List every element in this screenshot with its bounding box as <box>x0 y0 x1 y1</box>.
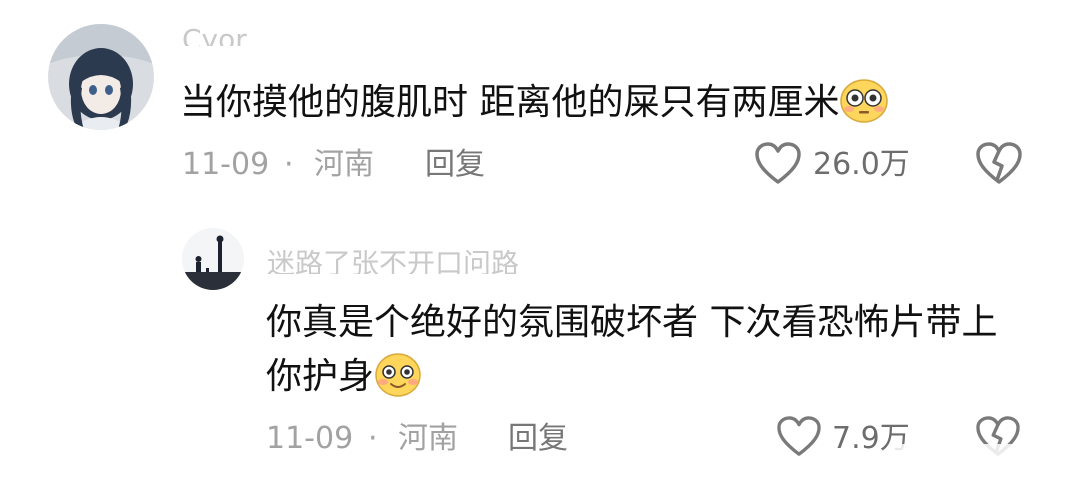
like-count: 26.0万 <box>813 147 910 182</box>
flushed-face-emoji-icon <box>839 78 889 124</box>
comment-text: 当你摸他的腹肌时 距离他的屎只有两厘米 <box>180 82 840 123</box>
silhouette-avatar-image <box>182 228 244 290</box>
meta-separator: · <box>368 421 378 456</box>
meta-separator: · <box>284 147 294 182</box>
comment-body: 你真是个绝好的氛围破坏者 下次看恐怖片带上 你护身 <box>266 296 997 404</box>
heart-icon[interactable] <box>754 142 802 186</box>
username[interactable]: Cyor <box>182 26 247 46</box>
comment-date: 11-09 <box>266 421 354 456</box>
comment-thread: Cyor 当你摸他的腹肌时 距离他的屎只有两厘米 11-09 · 河南 回复 2… <box>0 0 1080 480</box>
blushing-smile-emoji-icon <box>374 352 422 398</box>
username[interactable]: 迷路了张不开口问路 <box>267 250 519 274</box>
reply-button[interactable]: 回复 <box>425 150 485 180</box>
comment-location: 河南 <box>314 147 374 182</box>
comment-body: 当你摸他的腹肌时 距离他的屎只有两厘米 <box>180 76 889 130</box>
broken-heart-icon[interactable] <box>975 142 1023 186</box>
comment-location: 河南 <box>398 421 458 456</box>
reply-button[interactable]: 回复 <box>508 424 568 454</box>
comment-text-line: 你护身 <box>266 350 997 404</box>
avatar[interactable] <box>48 24 154 130</box>
watermark-overlay <box>890 444 1080 480</box>
comment-text-line: 你真是个绝好的氛围破坏者 下次看恐怖片带上 <box>266 302 998 343</box>
avatar[interactable] <box>182 228 244 290</box>
anime-avatar-image <box>48 24 154 130</box>
comment-text-line-2: 你护身 <box>266 356 375 397</box>
heart-icon[interactable] <box>776 416 822 458</box>
comment-date: 11-09 <box>182 147 270 182</box>
